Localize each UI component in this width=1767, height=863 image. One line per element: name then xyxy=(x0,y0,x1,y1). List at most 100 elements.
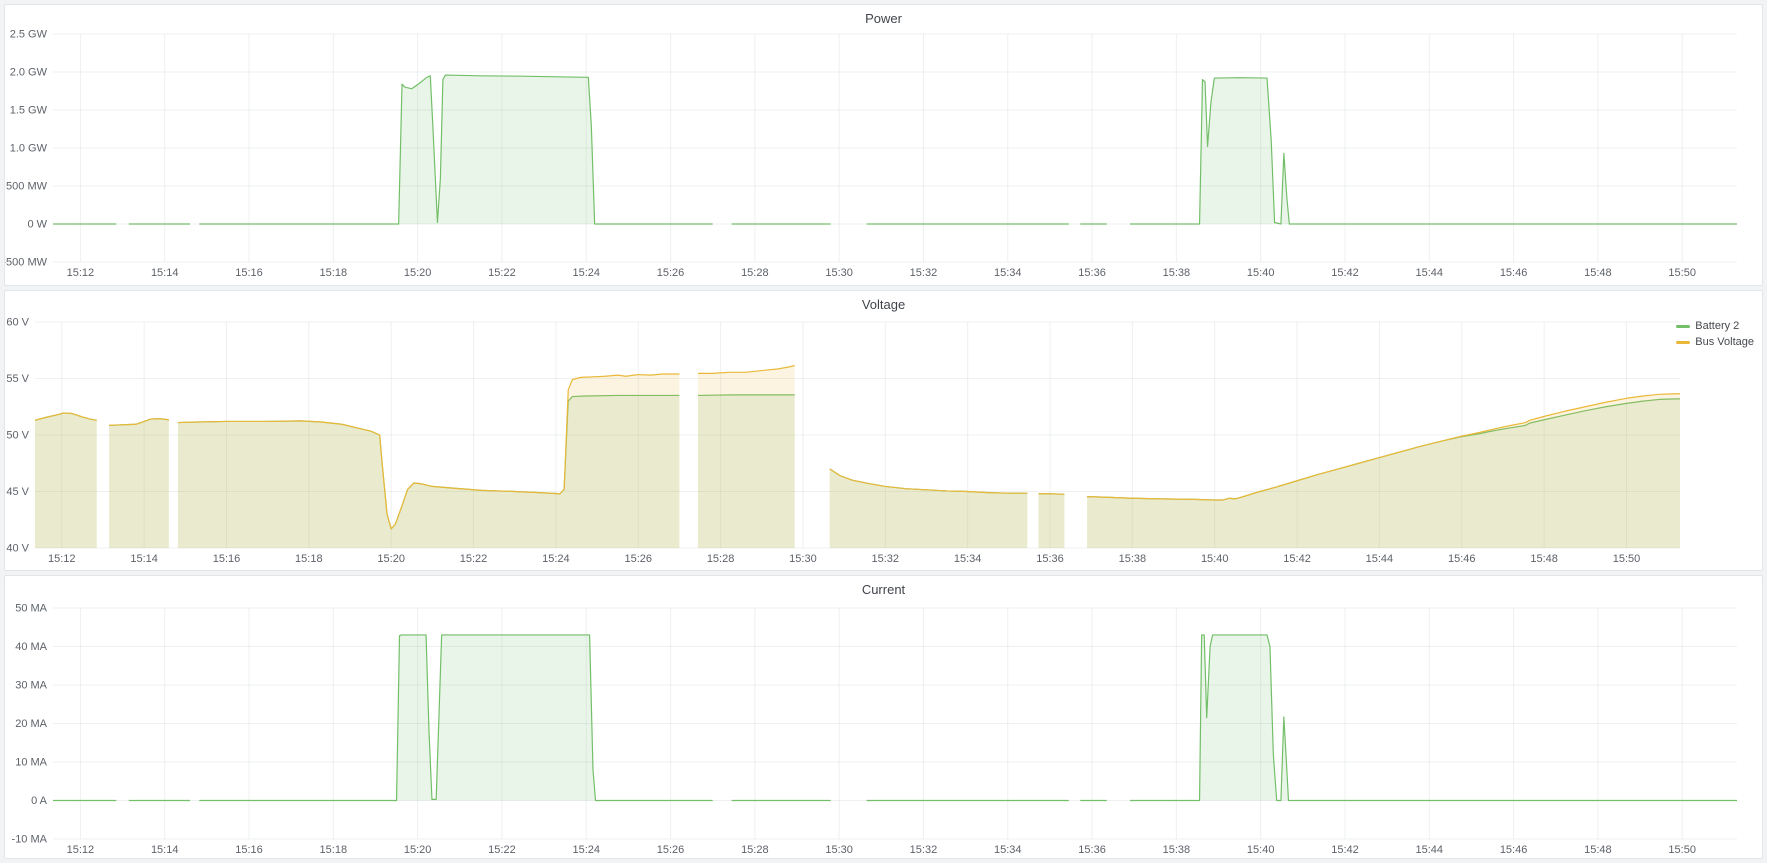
x-tick-label: 15:22 xyxy=(488,844,516,856)
x-tick-label: 15:28 xyxy=(707,553,735,565)
x-tick-label: 15:16 xyxy=(235,844,263,856)
x-tick-label: 15:44 xyxy=(1416,844,1444,856)
x-tick-label: 15:32 xyxy=(910,844,938,856)
y-tick-label: 20 MA xyxy=(15,718,47,730)
power-chart-svg: 2.5 GW 2.0 GW 1.5 GW 1.0 GW 500 MW 0 W -500 MW… xyxy=(5,29,1762,283)
x-tick-label: 15:50 xyxy=(1668,844,1696,856)
x-tick-label: 15:16 xyxy=(235,267,263,279)
x-tick-label: 15:30 xyxy=(825,844,853,856)
y-tick-label: 500 MW xyxy=(6,181,48,193)
current-chart-svg: 50 MA 40 MA 30 MA 20 MA 10 MA 0 A -10 MA 15:12 1… xyxy=(5,600,1762,856)
panel-voltage: Voltage 60 V55 V50 V45 V40 V15:1215:1415… xyxy=(4,290,1763,571)
x-tick-label: 15:44 xyxy=(1416,267,1444,279)
x-tick-label: 15:44 xyxy=(1366,553,1394,565)
x-tick-label: 15:36 xyxy=(1036,553,1064,565)
series-area xyxy=(53,635,1737,801)
legend-item-battery-2[interactable]: Battery 2 xyxy=(1676,320,1754,332)
power-chart[interactable]: 2.5 GW 2.0 GW 1.5 GW 1.0 GW 500 MW 0 W -500 MW… xyxy=(5,29,1762,283)
current-chart[interactable]: 50 MA 40 MA 30 MA 20 MA 10 MA 0 A -10 MA 15:12 1… xyxy=(5,600,1762,856)
x-tick-label: 15:34 xyxy=(954,553,982,565)
y-tick-label: 30 MA xyxy=(15,680,47,692)
x-tick-label: 15:16 xyxy=(213,553,241,565)
y-tick-label: 45 V xyxy=(6,486,29,498)
x-tick-label: 15:50 xyxy=(1613,553,1641,565)
panel-title-current[interactable]: Current xyxy=(5,580,1762,600)
x-tick-label: 15:40 xyxy=(1247,844,1275,856)
legend-label-bus-voltage: Bus Voltage xyxy=(1695,336,1754,348)
x-tick-label: 15:38 xyxy=(1163,267,1191,279)
x-tick-label: 15:36 xyxy=(1078,844,1106,856)
x-tick-label: 15:22 xyxy=(460,553,488,565)
y-tick-label: 50 MA xyxy=(15,603,47,615)
y-tick-label: 40 V xyxy=(6,543,29,555)
x-tick-label: 15:26 xyxy=(657,267,685,279)
panel-current: Current 50 MA 40 MA 30 MA 20 MA 10 MA 0 A -10 … xyxy=(4,575,1763,859)
y-tick-label: 0 A xyxy=(31,795,48,807)
x-tick-label: 15:32 xyxy=(910,267,938,279)
x-tick-label: 15:20 xyxy=(404,844,432,856)
x-tick-label: 15:26 xyxy=(624,553,652,565)
x-tick-label: 15:24 xyxy=(572,267,600,279)
x-tick-label: 15:34 xyxy=(994,267,1022,279)
x-tick-label: 15:12 xyxy=(67,844,95,856)
y-tick-label: 10 MA xyxy=(15,757,47,769)
x-tick-label: 15:18 xyxy=(320,844,348,856)
x-tick-label: 15:14 xyxy=(130,553,158,565)
x-tick-label: 15:42 xyxy=(1331,267,1359,279)
x-tick-label: 15:46 xyxy=(1500,844,1528,856)
x-tick-label: 15:12 xyxy=(48,553,76,565)
x-tick-label: 15:48 xyxy=(1530,553,1558,565)
x-tick-label: 15:12 xyxy=(67,267,95,279)
legend-item-bus-voltage[interactable]: Bus Voltage xyxy=(1676,336,1754,348)
x-tick-label: 15:48 xyxy=(1584,844,1612,856)
x-tick-label: 15:40 xyxy=(1247,267,1275,279)
y-tick-label: 50 V xyxy=(6,430,29,442)
series-line xyxy=(53,635,1737,801)
x-tick-label: 15:20 xyxy=(377,553,405,565)
x-tick-label: 15:46 xyxy=(1500,267,1528,279)
y-tick-label: 40 MA xyxy=(15,641,47,653)
grafana-dashboard: { "page": { "background_color": "#f2f3f5… xyxy=(0,0,1767,863)
y-tick-label: 2.0 GW xyxy=(10,67,48,79)
y-tick-label: 55 V xyxy=(6,373,29,385)
x-tick-label: 15:18 xyxy=(295,553,323,565)
x-tick-label: 15:20 xyxy=(404,267,432,279)
x-tick-label: 15:48 xyxy=(1584,267,1612,279)
y-tick-label: 0 W xyxy=(27,219,47,231)
y-tick-label: -500 MW xyxy=(5,257,48,269)
x-tick-label: 15:18 xyxy=(320,267,348,279)
x-tick-label: 15:36 xyxy=(1078,267,1106,279)
y-tick-label: -10 MA xyxy=(12,834,48,846)
x-tick-label: 15:24 xyxy=(572,844,600,856)
voltage-chart[interactable]: 60 V55 V50 V45 V40 V15:1215:1415:1615:18… xyxy=(5,315,1762,568)
y-tick-label: 1.5 GW xyxy=(10,105,48,117)
series-area xyxy=(35,366,1680,548)
y-tick-label: 1.0 GW xyxy=(10,143,48,155)
x-tick-label: 15:38 xyxy=(1163,844,1191,856)
x-tick-label: 15:42 xyxy=(1283,553,1311,565)
x-tick-label: 15:42 xyxy=(1331,844,1359,856)
series-line xyxy=(53,75,1737,224)
voltage-chart-svg: 60 V55 V50 V45 V40 V15:1215:1415:1615:18… xyxy=(5,315,1762,568)
x-tick-label: 15:40 xyxy=(1201,553,1229,565)
x-tick-label: 15:24 xyxy=(542,553,570,565)
y-tick-label: 2.5 GW xyxy=(10,29,48,41)
x-tick-label: 15:22 xyxy=(488,267,516,279)
legend-swatch-bus-voltage-icon xyxy=(1676,341,1690,344)
x-tick-label: 15:30 xyxy=(789,553,817,565)
x-tick-label: 15:34 xyxy=(994,844,1022,856)
x-tick-label: 15:28 xyxy=(741,267,769,279)
x-tick-label: 15:38 xyxy=(1119,553,1147,565)
x-tick-label: 15:50 xyxy=(1668,267,1696,279)
panel-title-voltage[interactable]: Voltage xyxy=(5,295,1762,315)
voltage-legend: Battery 2 Bus Voltage xyxy=(1676,320,1754,348)
x-tick-label: 15:46 xyxy=(1448,553,1476,565)
panel-power: Power 2.5 GW 2.0 GW 1.5 GW 1.0 GW 500 MW 0 W -… xyxy=(4,4,1763,286)
x-tick-label: 15:30 xyxy=(825,267,853,279)
x-tick-label: 15:26 xyxy=(657,844,685,856)
x-tick-label: 15:14 xyxy=(151,267,179,279)
series-area xyxy=(53,75,1737,224)
panel-title-power[interactable]: Power xyxy=(5,9,1762,29)
x-tick-label: 15:14 xyxy=(151,844,179,856)
legend-swatch-battery-2-icon xyxy=(1676,325,1690,328)
